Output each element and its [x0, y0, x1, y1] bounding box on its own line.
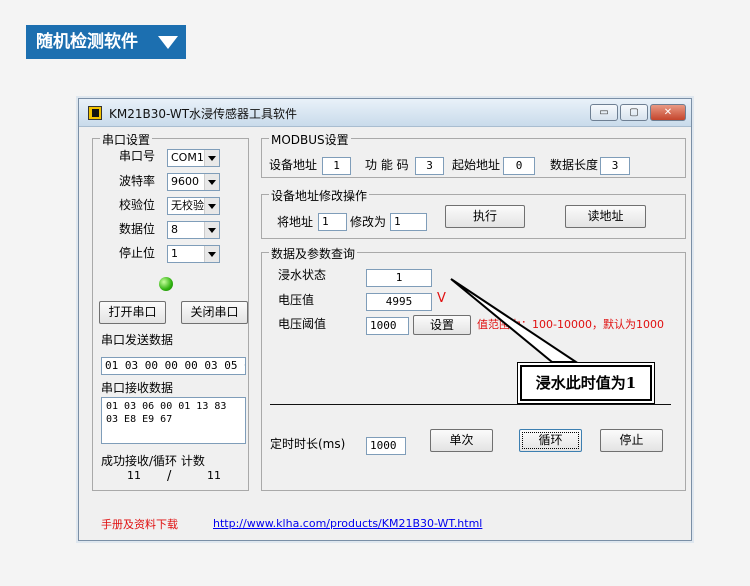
annotation-arrow-icon: [450, 278, 580, 363]
annotation-callout: 浸水此时值为1: [520, 365, 652, 401]
